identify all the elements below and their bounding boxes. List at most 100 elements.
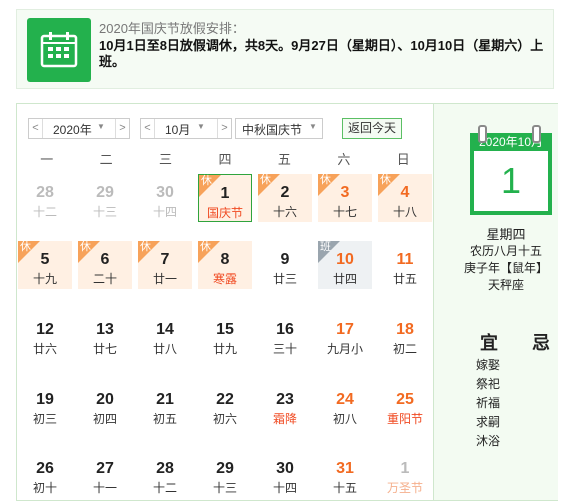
lunar-date: 霜降 bbox=[272, 412, 297, 426]
detail-weekday: 星期四 bbox=[486, 227, 526, 242]
tag-label: 休 bbox=[201, 175, 212, 187]
ring-icon bbox=[478, 125, 487, 143]
calendar-day-cell[interactable]: 休 6 二十 bbox=[78, 241, 132, 289]
calendar-day-cell[interactable]: 休 3 十七 bbox=[318, 174, 372, 222]
prev-month-button[interactable]: < bbox=[141, 119, 155, 138]
tag-label: 休 bbox=[200, 241, 211, 253]
calendar-day-cell[interactable]: 31 十五 bbox=[318, 450, 372, 498]
day-number: 18 bbox=[396, 321, 414, 338]
big-calendar-icon: 2020年10月 1 bbox=[470, 125, 552, 217]
next-year-button[interactable]: > bbox=[115, 119, 129, 138]
calendar-day-cell[interactable]: 25 重阳节 bbox=[378, 381, 432, 429]
calendar-day-cell[interactable]: 13 廿七 bbox=[78, 311, 132, 359]
rest-day-tag: 休 bbox=[318, 174, 340, 196]
rest-day-tag: 休 bbox=[378, 174, 400, 196]
tag-label: 班 bbox=[320, 241, 331, 253]
calendar-day-cell[interactable]: 20 初四 bbox=[78, 381, 132, 429]
calendar-day-cell[interactable]: 29 十三 bbox=[198, 450, 252, 498]
calendar-day-cell[interactable]: 22 初六 bbox=[198, 381, 252, 429]
holiday-label: 中秋国庆节 bbox=[242, 123, 303, 137]
work-day-tag: 班 bbox=[318, 241, 340, 263]
tag-label: 休 bbox=[380, 174, 391, 186]
chevron-down-icon: ▼ bbox=[309, 122, 317, 131]
lunar-date: 三十 bbox=[272, 342, 297, 356]
calendar-day-cell[interactable]: 17 九月小 bbox=[318, 311, 372, 359]
day-number: 16 bbox=[276, 321, 294, 338]
month-selector[interactable]: < 10月 ▼ > bbox=[140, 118, 232, 139]
calendar-day-cell[interactable]: 23 霜降 bbox=[258, 381, 312, 429]
lunar-date: 初四 bbox=[92, 412, 117, 426]
calendar-day-cell[interactable]: 休 4 十八 bbox=[378, 174, 432, 222]
yi-item: 祭祀 bbox=[476, 377, 501, 391]
day-detail-panel: 2020年10月 1 星期四 农历八月十五 庚子年【鼠年】 天秤座 宜 忌 嫁娶… bbox=[433, 104, 558, 500]
detail-lunar: 农历八月十五 bbox=[469, 244, 542, 258]
calendar-day-cell[interactable]: 15 廿九 bbox=[198, 311, 252, 359]
holiday-notice: 2020年国庆节放假安排： 10月1日至8日放假调休，共8天。9月27日（星期日… bbox=[16, 9, 554, 89]
lunar-date: 廿五 bbox=[392, 272, 417, 286]
calendar-day-cell[interactable]: 24 初八 bbox=[318, 381, 372, 429]
tag-label: 休 bbox=[80, 241, 91, 253]
calendar-day-cell[interactable]: 班 10 廿四 bbox=[318, 241, 372, 289]
ji-heading: 忌 bbox=[532, 333, 550, 353]
detail-zodiac: 天秤座 bbox=[487, 278, 524, 292]
calendar-day-cell[interactable]: 21 初五 bbox=[138, 381, 192, 429]
calendar-day-cell[interactable]: 休 8 寒露 bbox=[198, 241, 252, 289]
calendar-day-cell[interactable]: 休 7 廿一 bbox=[138, 241, 192, 289]
lunar-date: 十九 bbox=[32, 272, 57, 286]
day-number: 14 bbox=[156, 321, 174, 338]
lunar-date: 十四 bbox=[272, 481, 297, 495]
calendar-day-cell[interactable]: 28 十二 bbox=[18, 174, 72, 222]
lunar-date: 十三 bbox=[212, 481, 237, 495]
weekday-label: 日 bbox=[396, 152, 410, 167]
day-number: 30 bbox=[276, 460, 294, 477]
lunar-date: 廿八 bbox=[152, 342, 177, 356]
day-number: 26 bbox=[36, 460, 54, 477]
day-number: 15 bbox=[216, 321, 234, 338]
lunar-date: 初五 bbox=[152, 412, 177, 426]
tag-label: 休 bbox=[320, 174, 331, 186]
lunar-date: 初十 bbox=[32, 481, 57, 495]
calendar-day-cell[interactable]: 休 1 国庆节 bbox=[198, 174, 252, 222]
calendar-day-cell[interactable]: 1 万圣节 bbox=[378, 450, 432, 498]
calendar-day-cell[interactable]: 9 廿三 bbox=[258, 241, 312, 289]
calendar-day-cell[interactable]: 14 廿八 bbox=[138, 311, 192, 359]
calendar-day-cell[interactable]: 19 初三 bbox=[18, 381, 72, 429]
day-number: 23 bbox=[276, 391, 294, 408]
lunar-date: 二十 bbox=[92, 272, 117, 286]
calendar-day-cell[interactable]: 26 初十 bbox=[18, 450, 72, 498]
calendar-day-cell[interactable]: 12 廿六 bbox=[18, 311, 72, 359]
calendar-day-cell[interactable]: 30 十四 bbox=[138, 174, 192, 222]
lunar-date: 万圣节 bbox=[386, 481, 423, 495]
calendar-day-cell[interactable]: 18 初二 bbox=[378, 311, 432, 359]
lunar-date: 廿七 bbox=[92, 342, 117, 356]
calendar-day-cell[interactable]: 27 十一 bbox=[78, 450, 132, 498]
tag-label: 休 bbox=[260, 174, 271, 186]
lunar-date: 十五 bbox=[332, 481, 357, 495]
calendar-day-cell[interactable]: 11 廿五 bbox=[378, 241, 432, 289]
calendar-day-cell[interactable]: 28 十二 bbox=[138, 450, 192, 498]
calendar-day-cell[interactable]: 29 十三 bbox=[78, 174, 132, 222]
day-number: 28 bbox=[36, 184, 54, 201]
next-month-button[interactable]: > bbox=[217, 119, 231, 138]
lunar-date: 初三 bbox=[32, 412, 57, 426]
back-to-today-button[interactable]: 返回今天 bbox=[342, 118, 402, 139]
ring-icon bbox=[532, 125, 541, 143]
chevron-down-icon: ▼ bbox=[97, 122, 105, 131]
prev-year-button[interactable]: < bbox=[29, 119, 43, 138]
day-number: 29 bbox=[96, 184, 114, 201]
lunar-date: 十三 bbox=[92, 205, 117, 219]
yi-heading: 宜 bbox=[480, 333, 498, 353]
calendar-icon bbox=[27, 18, 91, 82]
calendar-day-cell[interactable]: 休 5 十九 bbox=[18, 241, 72, 289]
calendar-day-cell[interactable]: 休 2 十六 bbox=[258, 174, 312, 222]
lunar-date: 初二 bbox=[392, 342, 417, 356]
calendar-controls: < 2020年 ▼ > < 10月 ▼ > 中秋国庆节 ▼ 返回今天 bbox=[17, 104, 433, 148]
year-selector[interactable]: < 2020年 ▼ > bbox=[28, 118, 130, 139]
chevron-down-icon: ▼ bbox=[197, 122, 205, 131]
calendar-day-cell[interactable]: 16 三十 bbox=[258, 311, 312, 359]
calendar-day-cell[interactable]: 30 十四 bbox=[258, 450, 312, 498]
holiday-selector[interactable]: 中秋国庆节 ▼ bbox=[235, 118, 323, 139]
day-number: 12 bbox=[36, 321, 54, 338]
day-number: 17 bbox=[336, 321, 354, 338]
lunar-date: 初六 bbox=[212, 412, 237, 426]
